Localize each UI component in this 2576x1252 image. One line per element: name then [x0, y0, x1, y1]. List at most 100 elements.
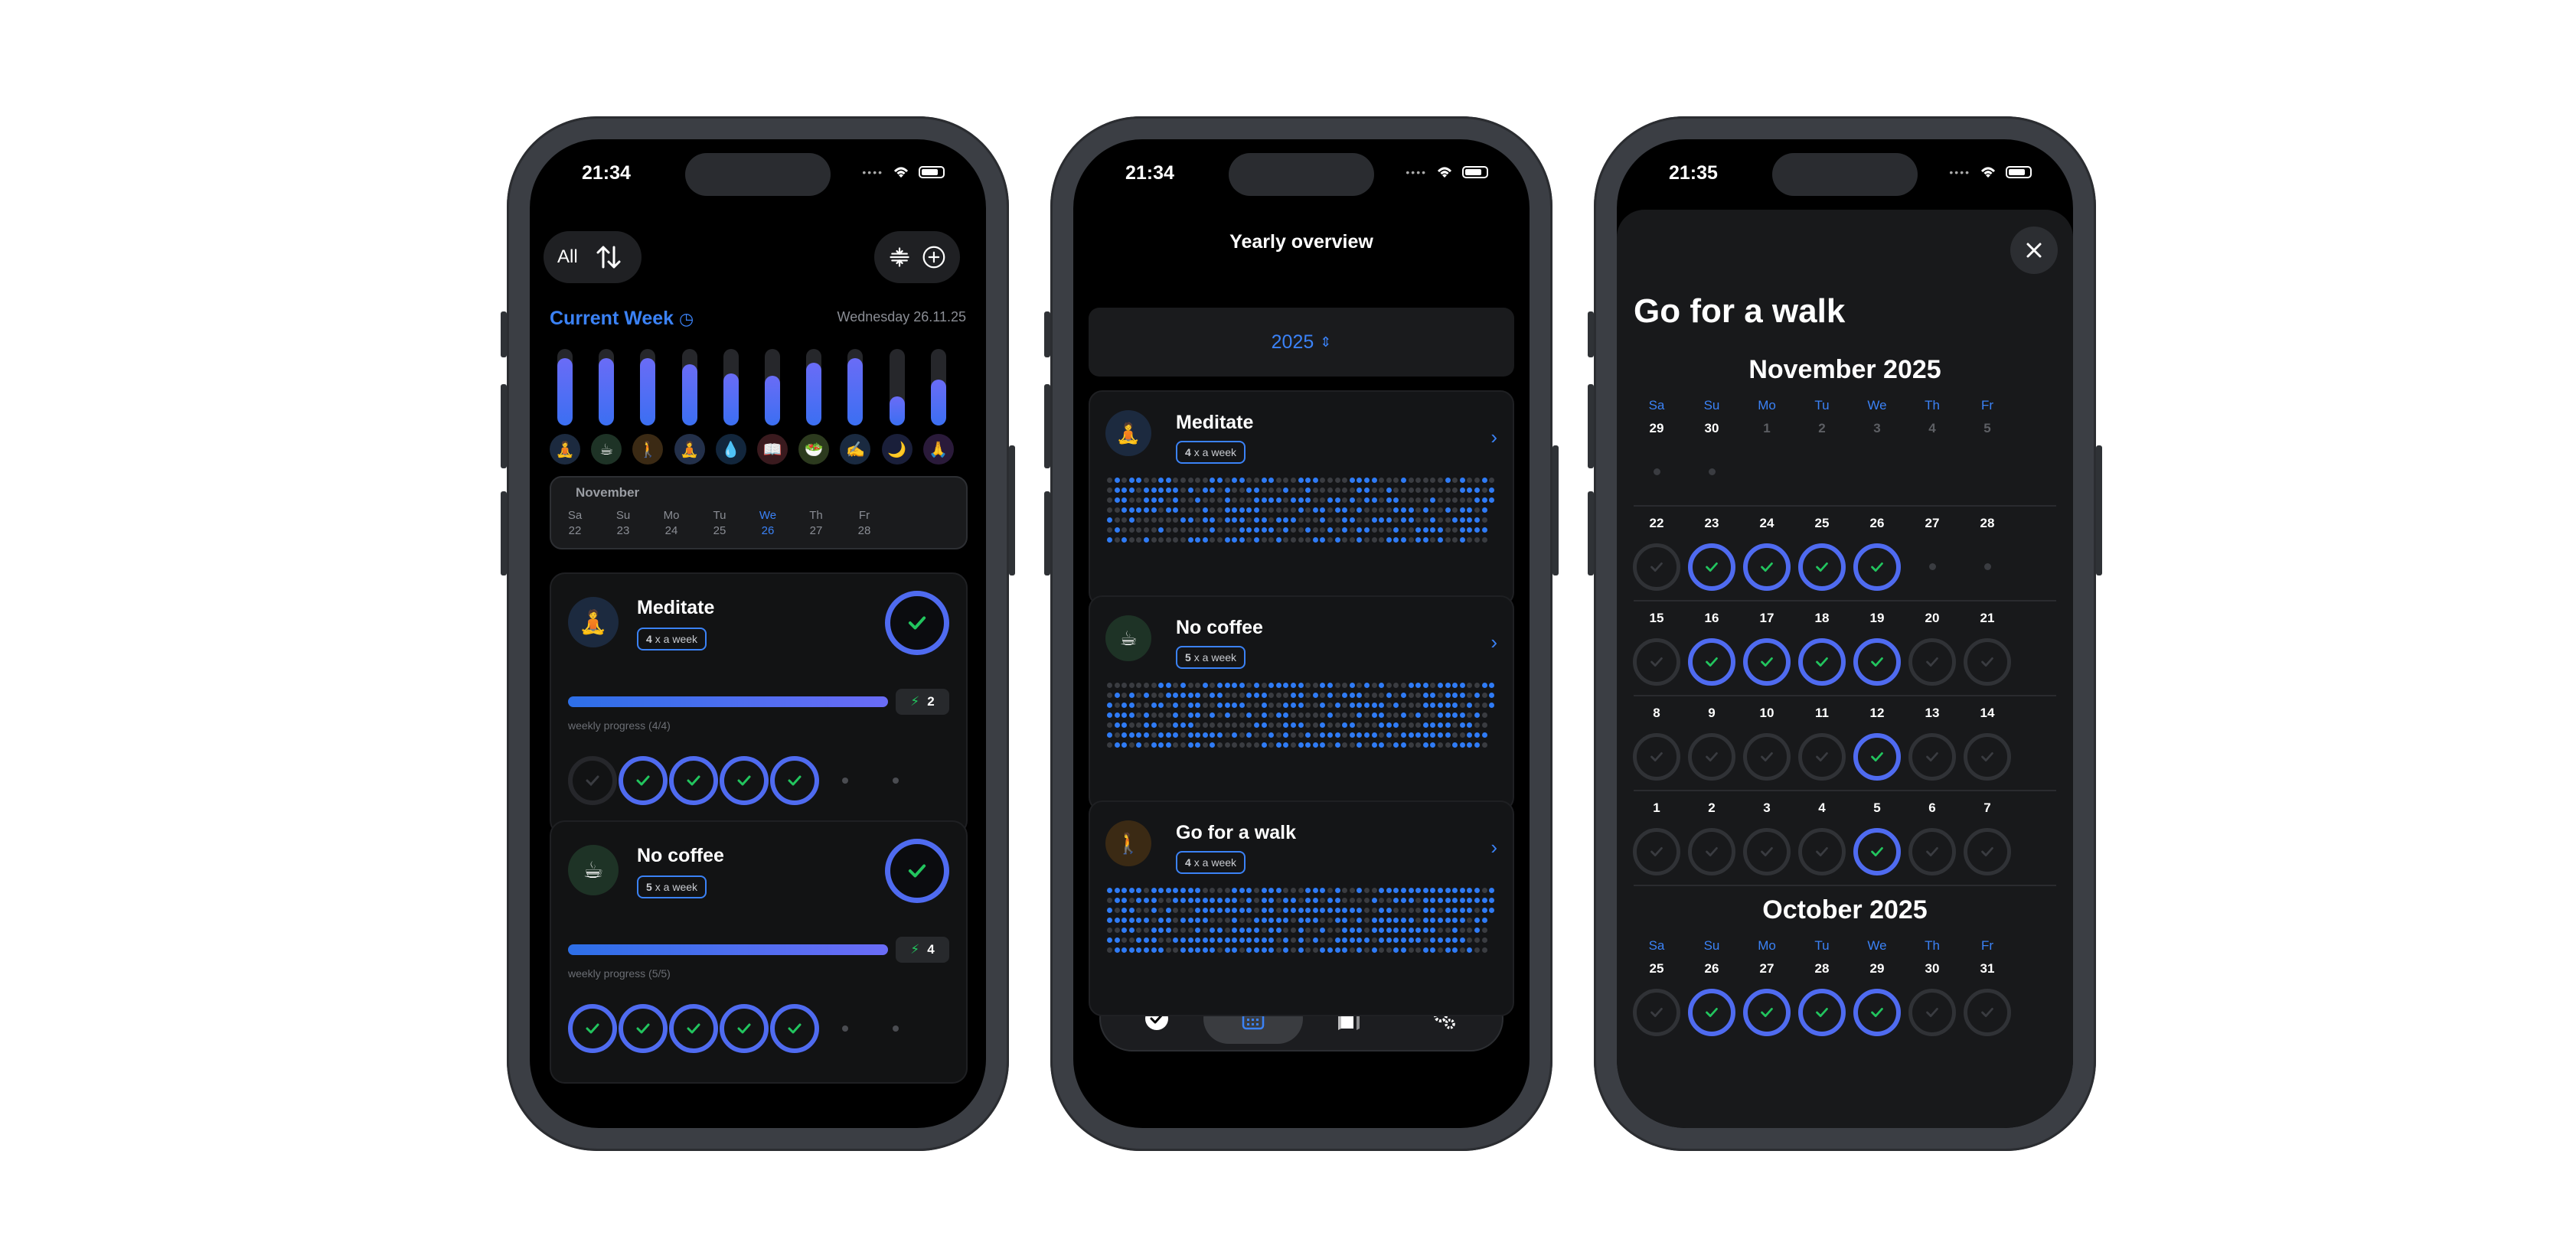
chevron-right-icon[interactable]: › — [1490, 425, 1497, 449]
day-ring[interactable] — [1853, 989, 1901, 1036]
habit-icon[interactable]: 💧 — [715, 434, 746, 465]
complete-button[interactable] — [885, 591, 949, 655]
complete-button[interactable] — [885, 839, 949, 903]
close-button[interactable] — [2010, 227, 2058, 274]
day-ring[interactable] — [619, 756, 668, 805]
heatmap-dot — [1268, 722, 1275, 728]
day-ring[interactable] — [1688, 638, 1735, 686]
day-ring[interactable] — [1743, 828, 1791, 875]
heatmap-dot — [1121, 937, 1128, 943]
day-ring[interactable] — [720, 756, 769, 805]
day-ring[interactable] — [568, 756, 617, 805]
day-ring[interactable] — [1908, 638, 1956, 686]
day-ring[interactable] — [1743, 989, 1791, 1036]
heatmap-dot — [1173, 928, 1179, 933]
heatmap-dot — [1298, 478, 1304, 483]
habit-card[interactable]: ☕ No coffee 5 x a week ⚡ 4 weekly progress (5/… — [550, 820, 968, 1084]
habit-icon[interactable]: 🥗 — [798, 434, 830, 465]
day-ring[interactable] — [1853, 828, 1901, 875]
day-number: 26 — [1704, 961, 1719, 976]
current-week-title[interactable]: Current Week ◷ — [550, 308, 694, 330]
reorder-icon[interactable] — [888, 244, 911, 270]
heatmap-dot — [1114, 507, 1120, 513]
day-ring[interactable] — [1798, 733, 1846, 781]
yearly-habit-card[interactable]: 🚶 Go for a walk 4 x a week › — [1089, 800, 1514, 1016]
day-ring[interactable] — [1633, 989, 1680, 1036]
day-ring[interactable] — [568, 1004, 617, 1053]
habit-card[interactable]: 🧘 Meditate 4 x a week ⚡ 2 weekly progress (4/4… — [550, 572, 968, 836]
sort-icon[interactable] — [593, 242, 624, 272]
day-ring[interactable] — [1964, 989, 2011, 1036]
habit-icon[interactable]: ✍️ — [840, 434, 871, 465]
chevron-right-icon[interactable]: › — [1490, 631, 1497, 654]
heatmap-dot — [1254, 712, 1259, 718]
day-ring[interactable] — [1964, 733, 2011, 781]
day-ring[interactable] — [619, 1004, 668, 1053]
heatmap-dot — [1114, 517, 1120, 523]
day-ring[interactable] — [1908, 989, 1956, 1036]
filter-button[interactable]: All — [557, 246, 578, 268]
yearly-habit-card[interactable]: ☕ No coffee 5 x a week › — [1089, 595, 1514, 811]
day-ring[interactable] — [720, 1004, 769, 1053]
calendar-day[interactable]: Tu 25 — [700, 508, 739, 539]
heatmap-dot — [1107, 908, 1112, 913]
habit-icon[interactable]: 🧘 — [550, 434, 580, 465]
habit-icon[interactable]: 🚶 — [632, 434, 664, 465]
year-selector[interactable]: 2025 ⇕ — [1089, 308, 1514, 377]
calendar-day[interactable]: Fr 28 — [845, 508, 883, 539]
day-ring[interactable] — [1798, 989, 1846, 1036]
calendar-day[interactable]: Sa 22 — [556, 508, 594, 539]
habit-icon[interactable]: ☕ — [591, 434, 622, 465]
day-ring[interactable] — [1798, 638, 1846, 686]
heatmap-dot — [1320, 497, 1326, 503]
day-ring[interactable] — [1688, 733, 1735, 781]
day-ring[interactable] — [1908, 828, 1956, 875]
day-ring[interactable] — [1688, 543, 1735, 591]
day-ring[interactable] — [1798, 828, 1846, 875]
add-icon[interactable] — [922, 243, 946, 271]
day-ring[interactable] — [1853, 543, 1901, 591]
day-ring[interactable] — [669, 1004, 718, 1053]
day-ring[interactable] — [1908, 733, 1956, 781]
day-ring[interactable] — [1853, 638, 1901, 686]
heatmap-dot — [1202, 487, 1208, 493]
day-ring[interactable] — [1964, 638, 2011, 686]
day-number: 2 — [1818, 421, 1826, 435]
calendar-day[interactable]: Th 27 — [797, 508, 835, 539]
day-ring[interactable] — [1688, 828, 1735, 875]
day-ring[interactable] — [1743, 638, 1791, 686]
heatmap-dot — [1357, 928, 1363, 933]
heatmap-dot — [1481, 742, 1487, 748]
day-ring[interactable] — [669, 756, 718, 805]
heatmap-dot — [1342, 918, 1348, 923]
heatmap-dot — [1210, 703, 1216, 708]
calendar-day[interactable]: Su 23 — [604, 508, 642, 539]
habit-icon[interactable]: 📖 — [757, 434, 788, 465]
heatmap-dot — [1283, 722, 1289, 728]
calendar-day[interactable]: We 26 — [749, 508, 787, 539]
calendar-day[interactable]: Mo 24 — [652, 508, 691, 539]
day-ring[interactable] — [1688, 989, 1735, 1036]
heatmap-dot — [1401, 537, 1406, 543]
heatmap-dot — [1136, 693, 1142, 698]
day-ring[interactable] — [770, 756, 819, 805]
habit-icon[interactable]: 🌙 — [881, 434, 913, 465]
day-ring[interactable] — [1633, 828, 1680, 875]
heatmap-dot — [1349, 507, 1355, 513]
habit-icon[interactable]: 🧘 — [674, 434, 705, 465]
heatmap-dot — [1327, 908, 1333, 913]
day-ring[interactable] — [770, 1004, 819, 1053]
habit-icon[interactable]: 🙏 — [922, 434, 954, 465]
day-ring[interactable] — [1743, 543, 1791, 591]
day-ring[interactable] — [1964, 828, 2011, 875]
day-ring[interactable] — [1743, 733, 1791, 781]
yearly-habit-card[interactable]: 🧘 Meditate 4 x a week › — [1089, 390, 1514, 606]
day-ring[interactable] — [1633, 543, 1680, 591]
day-ring[interactable] — [1633, 638, 1680, 686]
day-ring[interactable] — [1798, 543, 1846, 591]
week-calendar-card[interactable]: November Sa 22 Su 23 Mo 24 Tu 25 We 26 Th 27 Fr 28 — [550, 476, 968, 549]
heatmap-dot — [1438, 928, 1443, 933]
day-ring[interactable] — [1633, 733, 1680, 781]
chevron-right-icon[interactable]: › — [1490, 836, 1497, 859]
day-ring[interactable] — [1853, 733, 1901, 781]
